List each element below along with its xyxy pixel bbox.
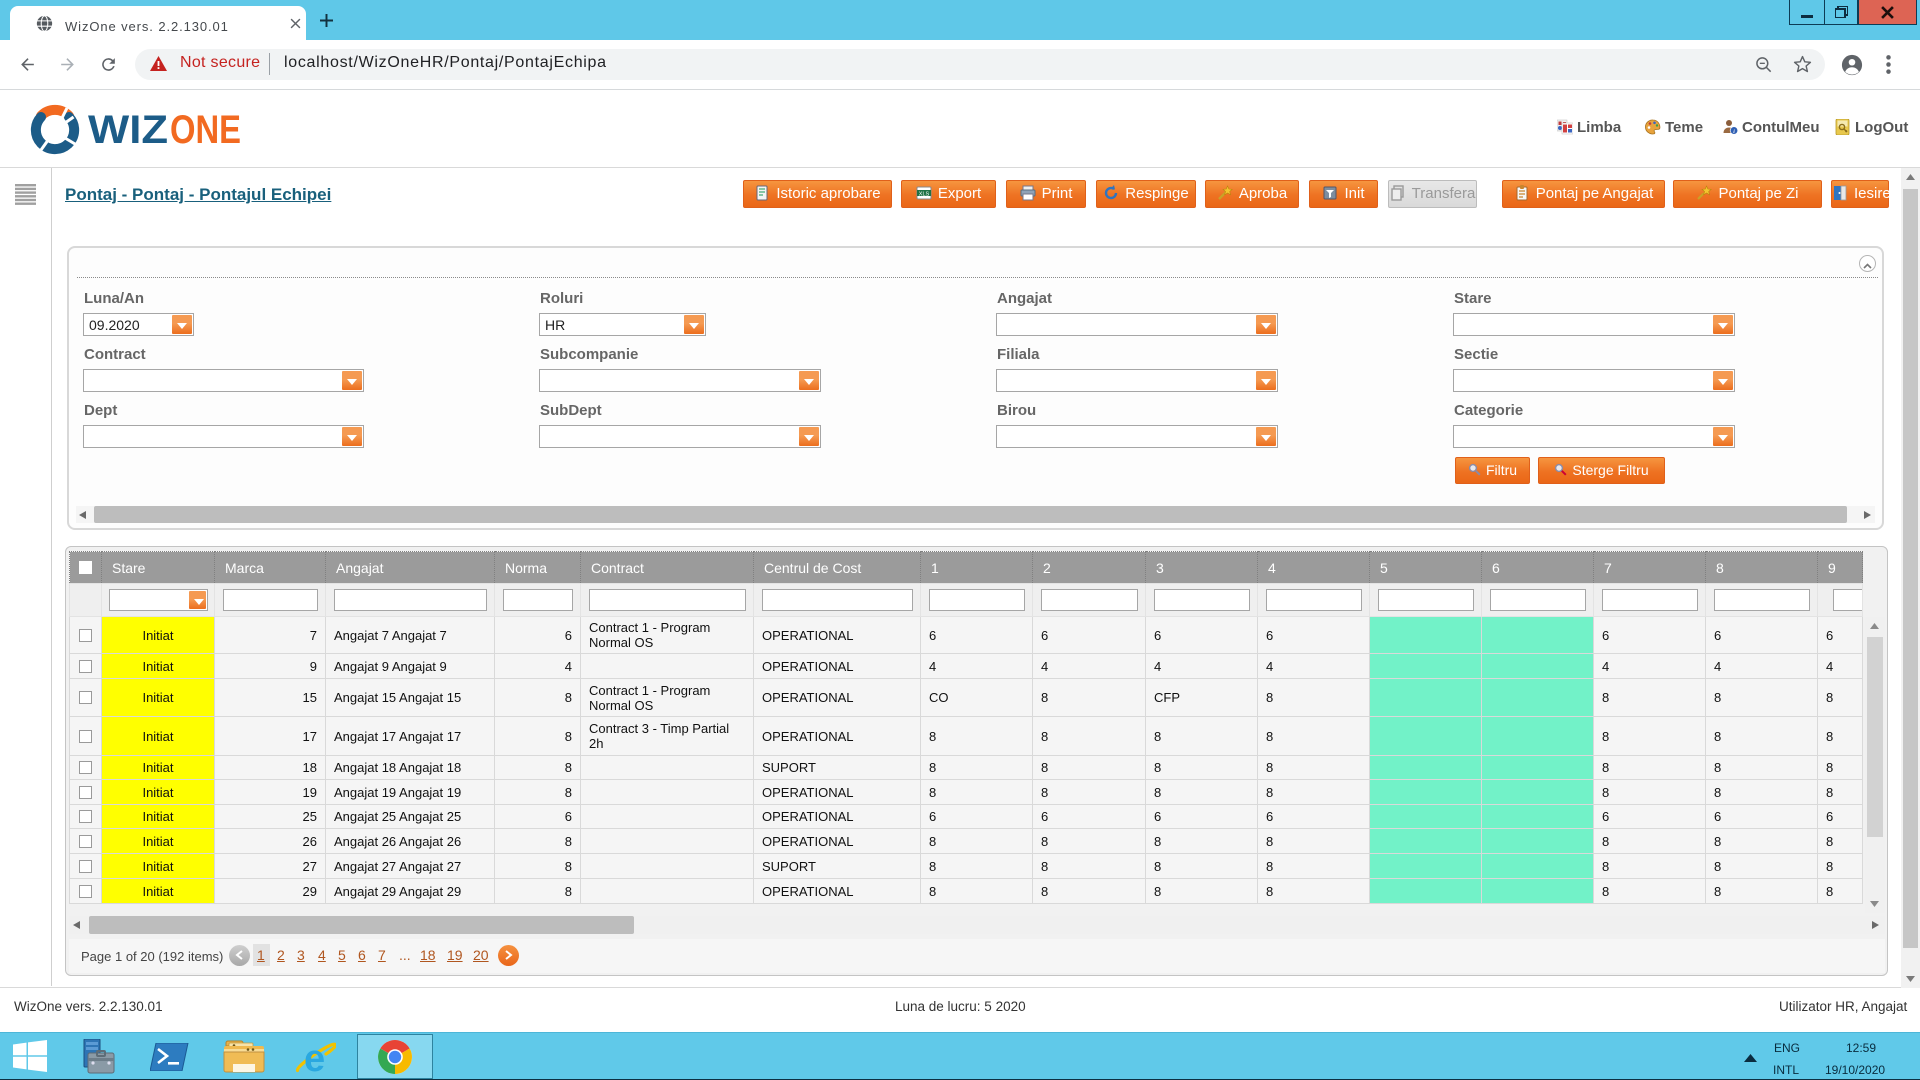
- svg-text:WIZ: WIZ: [88, 108, 168, 152]
- svg-text:XLS: XLS: [919, 192, 930, 198]
- svg-text:ONE: ONE: [170, 108, 241, 152]
- svg-text:e: e: [304, 1039, 325, 1075]
